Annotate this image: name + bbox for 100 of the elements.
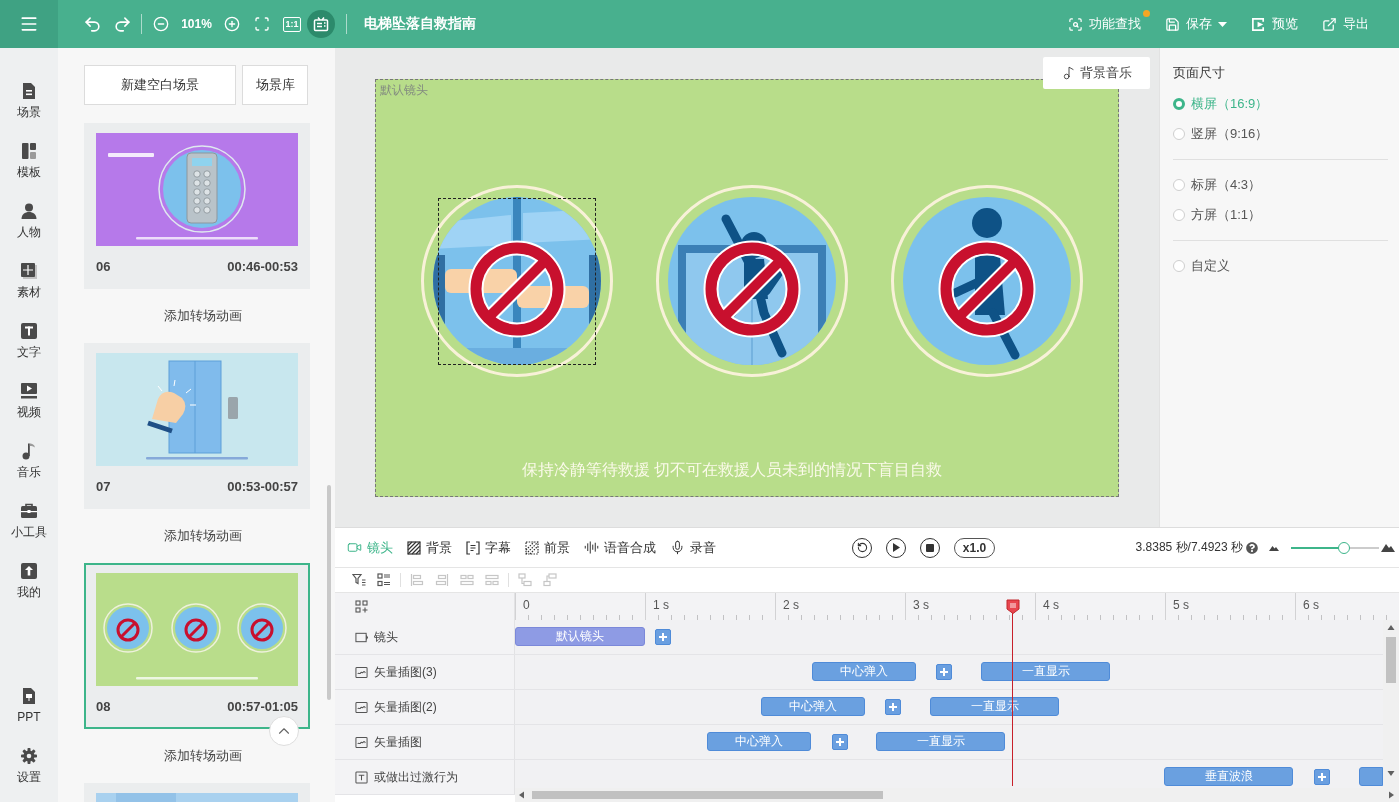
video-player-icon <box>20 382 38 400</box>
sidebar-item[interactable]: 音乐 <box>0 431 58 491</box>
vector-image-icon <box>355 665 368 679</box>
fullscreen-icon[interactable] <box>254 16 270 32</box>
add-transition-link[interactable]: 添加转场动画 <box>164 748 242 764</box>
timeline-tab[interactable]: 语音合成 <box>584 539 656 556</box>
scroll-down-icon[interactable] <box>1387 769 1395 777</box>
list-layout-icon[interactable] <box>377 573 391 587</box>
scene-card[interactable]: 08 00:57-01:05 <box>84 563 310 729</box>
radio-button[interactable] <box>1173 260 1185 272</box>
sidebar-item[interactable]: 场景 <box>0 71 58 131</box>
background-music-button[interactable]: 背景音乐 <box>1043 57 1150 89</box>
scene-number: 06 <box>96 259 111 274</box>
bracketed-lines-icon <box>466 540 480 555</box>
add-transition-link[interactable]: 添加转场动画 <box>164 308 242 324</box>
sidebar-item[interactable]: PPT <box>0 676 58 736</box>
stop-button[interactable] <box>920 537 940 558</box>
timeline-tab[interactable]: 背景 <box>407 539 452 556</box>
sidebar-item[interactable]: 模板 <box>0 131 58 191</box>
add-clip-button[interactable] <box>832 734 848 750</box>
grid-add-icon[interactable] <box>355 600 368 613</box>
radio-button[interactable] <box>1173 128 1185 140</box>
animation-clip[interactable] <box>1359 767 1383 786</box>
scene-card[interactable]: 07 00:53-00:57 <box>84 343 310 509</box>
time-readout: 3.8385 秒/7.4923 秒 <box>1135 539 1243 556</box>
scroll-right-icon[interactable] <box>1387 791 1395 799</box>
sidebar-item[interactable]: 我的 <box>0 551 58 611</box>
scrollbar-thumb[interactable] <box>327 485 331 700</box>
play-square-icon <box>1251 16 1266 32</box>
slider-thumb[interactable] <box>1337 541 1350 554</box>
undo-icon[interactable] <box>82 14 102 34</box>
radio-button[interactable] <box>1173 179 1185 191</box>
microphone-icon <box>670 540 685 555</box>
search-icon <box>1068 16 1083 32</box>
radio-button[interactable] <box>1173 98 1185 110</box>
replay-icon <box>856 542 868 553</box>
timeline-tab[interactable]: 前景 <box>525 539 570 556</box>
captions-tool-button[interactable] <box>307 10 335 38</box>
sidebar-item[interactable]: 设置 <box>0 736 58 796</box>
add-clip-button[interactable] <box>1314 769 1330 785</box>
radio-label[interactable]: 标屏（4:3） <box>1191 177 1262 193</box>
ruler-label: 0 <box>523 598 530 612</box>
playhead-handle[interactable] <box>1005 599 1020 614</box>
zoom-out-icon[interactable] <box>153 16 169 32</box>
scroll-up-icon[interactable] <box>1387 624 1395 632</box>
scrollbar-thumb[interactable] <box>1386 637 1396 683</box>
small-mountain-icon[interactable] <box>1269 544 1279 551</box>
redo-icon[interactable] <box>112 14 132 34</box>
person-icon <box>20 202 38 220</box>
radio-label[interactable]: 方屏（1:1） <box>1191 207 1262 223</box>
new-scene-button[interactable]: 新建空白场景 <box>84 65 236 105</box>
sidebar-item[interactable]: 小工具 <box>0 491 58 551</box>
ruler-label: 3 s <box>913 598 929 612</box>
add-clip-button[interactable] <box>936 664 952 680</box>
timeline-tab[interactable]: 字幕 <box>466 539 511 556</box>
camera-frame-icon <box>355 630 368 644</box>
scene-card[interactable]: 06 00:46-00:53 <box>84 123 310 289</box>
grid-tiles-icon <box>20 262 38 280</box>
radio-button[interactable] <box>1173 209 1185 221</box>
add-transition-link[interactable]: 添加转场动画 <box>164 528 242 544</box>
sidebar-item[interactable]: 素材 <box>0 251 58 311</box>
scroll-left-icon[interactable] <box>518 791 526 799</box>
selection-frame[interactable] <box>438 198 596 365</box>
scrollbar-thumb[interactable] <box>532 791 883 799</box>
sidebar-item[interactable]: 视频 <box>0 371 58 431</box>
sidebar-item[interactable]: 文字 <box>0 311 58 371</box>
replay-button[interactable] <box>852 537 872 558</box>
track-label: 矢量插图(2) <box>374 699 437 715</box>
help-icon[interactable] <box>1246 541 1258 554</box>
radio-label[interactable]: 竖屏（9:16） <box>1191 126 1269 142</box>
ruler-label: 6 s <box>1303 598 1319 612</box>
menu-button[interactable] <box>0 0 58 48</box>
audio-waveform-icon <box>584 540 599 555</box>
plus-icon <box>659 633 667 641</box>
track-label: 矢量插图 <box>374 734 422 750</box>
track-label: 镜头 <box>374 629 398 645</box>
large-mountain-icon[interactable] <box>1381 543 1395 552</box>
filter-icon[interactable] <box>352 573 366 587</box>
zoom-in-icon[interactable] <box>224 16 240 32</box>
scene-number: 07 <box>96 479 111 494</box>
vector-image-icon <box>355 735 368 749</box>
horizontal-scrollbar[interactable] <box>515 788 1399 802</box>
timeline-tab[interactable]: 录音 <box>670 539 716 556</box>
shot-label: 默认镜头 <box>380 83 428 97</box>
speed-button[interactable]: x1.0 <box>954 537 995 558</box>
play-button[interactable] <box>886 537 906 558</box>
add-clip-button[interactable] <box>655 629 671 645</box>
plus-icon <box>836 738 844 746</box>
radio-label[interactable]: 自定义 <box>1191 258 1230 274</box>
add-clip-button[interactable] <box>885 699 901 715</box>
scene-library-button[interactable]: 场景库 <box>242 65 308 105</box>
upload-icon <box>20 562 38 580</box>
plus-icon <box>1318 773 1326 781</box>
track-label: 矢量插图(3) <box>374 664 437 680</box>
vector-image-icon <box>355 700 368 714</box>
time-ruler[interactable]: 0 1 s 2 s 3 s 4 s 5 s 6 s <box>515 593 1399 620</box>
layout-blocks-icon <box>20 142 38 160</box>
sidebar-item[interactable]: 人物 <box>0 191 58 251</box>
document-icon <box>20 82 38 100</box>
scene-time-range: 00:46-00:53 <box>227 259 298 274</box>
